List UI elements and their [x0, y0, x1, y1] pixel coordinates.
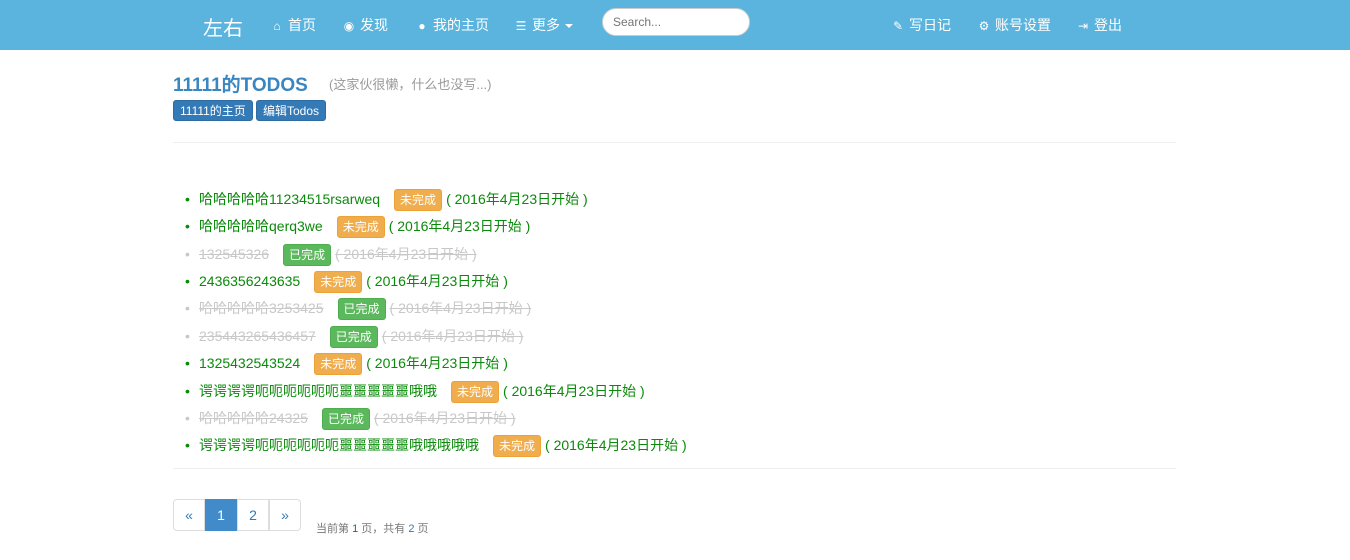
- nav-item-write-diary[interactable]: ✎ 写日记: [891, 16, 951, 34]
- todo-date: ( 2016年4月23日开始 ): [335, 246, 477, 262]
- status-badge: 已完成: [337, 298, 386, 321]
- todo-text: 谔谔谔谔呃呃呃呃呃呃噩噩噩噩噩哦哦哦哦哦: [199, 437, 479, 453]
- todo-item: • 哈哈哈哈哈qerq3we 未完成( 2016年4月23日开始 ): [185, 215, 531, 239]
- todo-item: • 235443265436457 已完成( 2016年4月23日开始 ): [185, 325, 524, 349]
- status-badge: 已完成: [283, 244, 332, 267]
- pagination-info-prefix: 当前第: [316, 523, 353, 535]
- bullet: •: [185, 218, 190, 234]
- bullet: •: [185, 191, 190, 207]
- todo-text: 132545326: [199, 246, 270, 262]
- todo-date: ( 2016年4月23日开始 ): [381, 328, 524, 344]
- nav-label-logout: 登出: [1094, 17, 1122, 33]
- nav-item-account-settings[interactable]: ⚙ 账号设置: [977, 16, 1051, 34]
- user-icon: ●: [418, 19, 426, 33]
- todo-date: ( 2016年4月23日开始 ): [545, 437, 687, 453]
- bullet: •: [185, 383, 190, 399]
- nav-label-discover: 发现: [360, 17, 388, 33]
- nav-item-my-home[interactable]: ● 我的主页: [415, 16, 489, 34]
- nav-item-discover[interactable]: ◉ 发现: [342, 16, 388, 34]
- todo-item: • 1325432543524 未完成( 2016年4月23日开始 ): [185, 352, 508, 376]
- status-badge: 未完成: [451, 381, 500, 404]
- todo-item: • 谔谔谔谔呃呃呃呃呃呃噩噩噩噩噩哦哦 未完成( 2016年4月23日开始 ): [185, 380, 645, 404]
- todo-item: • 哈哈哈哈哈24325 已完成( 2016年4月23日开始 ): [185, 407, 516, 431]
- todo-date: ( 2016年4月23日开始 ): [373, 410, 516, 426]
- status-badge: 未完成: [314, 353, 363, 376]
- status-badge: 已完成: [321, 408, 370, 431]
- bullet: •: [185, 437, 190, 453]
- nav-label-more: 更多: [532, 17, 560, 33]
- caret-down-icon: [565, 24, 573, 29]
- home-icon: ⌂: [273, 19, 281, 33]
- todo-text: 哈哈哈哈哈11234515rsarweq: [199, 191, 381, 207]
- todo-text: 哈哈哈哈哈qerq3we: [199, 218, 323, 234]
- status-badge: 未完成: [394, 189, 443, 212]
- pagination-info: 当前第 1 页，共有 2 页: [316, 520, 429, 536]
- bullet: •: [185, 328, 190, 344]
- bullet: •: [185, 355, 190, 371]
- bullet: •: [185, 273, 190, 289]
- pagination-next-button[interactable]: »: [269, 499, 301, 531]
- bullet: •: [185, 410, 190, 426]
- edit-todos-button[interactable]: 编辑Todos: [256, 100, 327, 121]
- todo-date: ( 2016年4月23日开始 ): [389, 300, 532, 316]
- todo-date: ( 2016年4月23日开始 ): [446, 191, 588, 207]
- todo-text: 谔谔谔谔呃呃呃呃呃呃噩噩噩噩噩哦哦: [199, 383, 437, 399]
- todo-item: • 2436356243635 未完成( 2016年4月23日开始 ): [185, 270, 508, 294]
- nav-label-home: 首页: [288, 17, 316, 33]
- nav-label-write-diary: 写日记: [909, 17, 951, 33]
- todo-date: ( 2016年4月23日开始 ): [366, 273, 508, 289]
- status-badge: 已完成: [329, 326, 378, 349]
- pagination-info-mid: 页，共有: [358, 523, 409, 535]
- eye-icon: ◉: [343, 19, 355, 33]
- bullet: •: [185, 246, 190, 262]
- nav-label-my-home: 我的主页: [433, 17, 489, 33]
- nav-item-home[interactable]: ⌂ 首页: [270, 16, 316, 34]
- brand-logo[interactable]: 左右: [203, 12, 243, 41]
- pagination-prev-button[interactable]: «: [173, 499, 205, 531]
- todo-item: • 132545326 已完成( 2016年4月23日开始 ): [185, 243, 477, 267]
- page-subtitle: (这家伙很懒，什么也没写...): [329, 77, 492, 92]
- status-badge: 未完成: [336, 216, 385, 239]
- nav-label-account-settings: 账号设置: [995, 17, 1051, 33]
- gear-icon: ⚙: [978, 19, 990, 33]
- pagination-page-2[interactable]: 2: [237, 499, 269, 531]
- todo-date: ( 2016年4月23日开始 ): [503, 383, 645, 399]
- pagination-info-suffix: 页: [414, 523, 429, 535]
- todo-date: ( 2016年4月23日开始 ): [388, 218, 531, 234]
- todo-item: • 哈哈哈哈哈3253425 已完成( 2016年4月23日开始 ): [185, 297, 532, 321]
- status-badge: 未完成: [493, 435, 542, 458]
- search-input[interactable]: [602, 8, 750, 36]
- todo-text: 哈哈哈哈哈3253425: [199, 300, 324, 316]
- status-badge: 未完成: [314, 271, 363, 294]
- navbar: 左右 ⌂ 首页 ◉ 发现 ● 我的主页 ☰ 更多 ✎ 写日记 ⚙ 账号设置 ⇥ 登出: [0, 0, 1350, 50]
- pagination-page-1[interactable]: 1: [205, 499, 237, 531]
- todo-text: 哈哈哈哈哈24325: [199, 410, 308, 426]
- nav-item-logout[interactable]: ⇥ 登出: [1076, 16, 1122, 34]
- todo-text: 2436356243635: [199, 273, 301, 289]
- divider-bottom: [173, 468, 1176, 469]
- bullet: •: [185, 300, 190, 316]
- todo-date: ( 2016年4月23日开始 ): [366, 355, 508, 371]
- nav-item-more-dropdown[interactable]: ☰ 更多: [514, 16, 573, 34]
- divider-top: [173, 142, 1176, 143]
- todo-text: 235443265436457: [199, 328, 316, 344]
- logout-icon: ⇥: [1077, 19, 1089, 33]
- todo-item: • 哈哈哈哈哈11234515rsarweq 未完成( 2016年4月23日开始 ): [185, 188, 588, 212]
- user-home-button[interactable]: 11111的主页: [173, 100, 253, 121]
- page-title: 11111的TODOS: [173, 75, 308, 96]
- todo-text: 1325432543524: [199, 355, 301, 371]
- pencil-icon: ✎: [892, 19, 904, 33]
- list-icon: ☰: [515, 19, 527, 33]
- todo-item: • 谔谔谔谔呃呃呃呃呃呃噩噩噩噩噩哦哦哦哦哦 未完成( 2016年4月23日开始 ): [185, 434, 687, 458]
